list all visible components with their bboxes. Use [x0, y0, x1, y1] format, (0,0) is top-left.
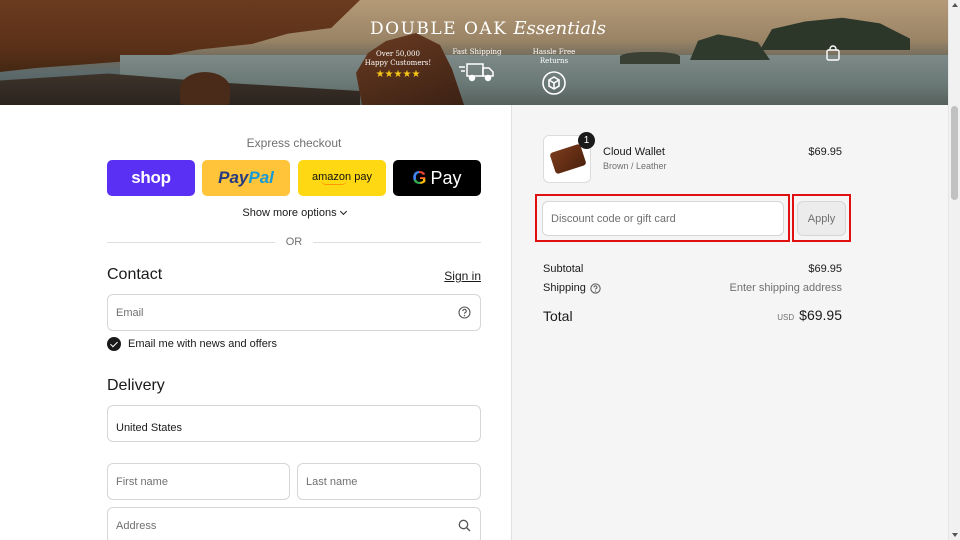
return-box-icon — [542, 71, 566, 95]
divider — [107, 242, 275, 243]
shipping-label-row: Shipping — [543, 282, 601, 294]
shipping-value: Enter shipping address — [729, 282, 842, 294]
amazon-smile-icon — [321, 180, 347, 185]
email-field[interactable]: Email — [107, 294, 481, 331]
badge-returns-label: Hassle Free Returns — [532, 48, 576, 65]
or-divider-label: OR — [285, 236, 303, 248]
show-more-options-button[interactable]: Show more options — [107, 207, 481, 219]
paypal-label-part2: Pal — [248, 168, 274, 187]
shop-pay-button[interactable]: shop — [107, 160, 195, 196]
apply-label: Apply — [807, 212, 836, 225]
scroll-down-icon[interactable] — [952, 533, 958, 537]
shopping-bag-icon[interactable] — [826, 45, 840, 61]
total-value-row: USD $69.95 — [777, 307, 842, 323]
badge-shipping-label: Fast Shipping — [452, 48, 502, 56]
show-more-label: Show more options — [242, 207, 337, 219]
checkout-form: Express checkout shop Pay Pal amazon pay … — [0, 105, 511, 540]
shipping-label: Shipping — [543, 282, 586, 294]
first-name-placeholder: First name — [116, 475, 168, 488]
brand-logo[interactable]: DOUBLE OAK Essentials — [370, 18, 606, 39]
help-circle-icon[interactable] — [458, 306, 471, 319]
discount-code-input[interactable]: Discount code or gift card — [542, 201, 784, 236]
banner-island — [690, 34, 770, 60]
google-g-icon: G — [412, 167, 427, 188]
truck-icon — [459, 63, 494, 82]
total-value: $69.95 — [799, 307, 842, 323]
google-pay-button[interactable]: G Pay — [393, 160, 481, 196]
discount-placeholder: Discount code or gift card — [551, 212, 676, 225]
first-name-field[interactable]: First name — [107, 463, 290, 500]
badge-free-returns: Hassle Free Returns — [518, 48, 590, 96]
paypal-label-part1: Pay — [218, 168, 249, 187]
subtotal-value: $69.95 — [808, 263, 842, 275]
scrollbar-thumb[interactable] — [951, 106, 958, 200]
total-label: Total — [543, 308, 573, 324]
star-rating-icon: ★★★★★ — [375, 69, 421, 80]
banner-island — [620, 52, 680, 64]
newsletter-option[interactable]: Email me with news and offers — [107, 337, 277, 351]
divider — [313, 242, 481, 243]
contact-heading: Contact — [107, 266, 163, 283]
last-name-field[interactable]: Last name — [297, 463, 481, 500]
amazon-pay-button[interactable]: amazon pay — [298, 160, 386, 196]
help-circle-icon[interactable] — [590, 282, 601, 294]
country-value: United States — [116, 422, 183, 434]
apply-discount-button[interactable]: Apply — [797, 201, 846, 236]
google-pay-label: Pay — [430, 167, 462, 188]
scroll-up-icon[interactable] — [952, 3, 958, 7]
paypal-button[interactable]: Pay Pal — [202, 160, 290, 196]
newsletter-label: Email me with news and offers — [128, 338, 277, 350]
brand-name: DOUBLE OAK — [370, 19, 508, 39]
last-name-placeholder: Last name — [306, 475, 358, 488]
badge-happy-customers: Over 50,000 Happy Customers! ★★★★★ — [362, 50, 434, 80]
brand-script: Essentials — [513, 18, 606, 39]
address-field[interactable]: Address — [107, 507, 481, 540]
badge-customers-line1: Over 50,000 — [376, 50, 420, 58]
product-price: $69.95 — [808, 146, 842, 158]
product-name: Cloud Wallet — [603, 146, 665, 158]
subtotal-label: Subtotal — [543, 263, 584, 275]
search-icon — [458, 519, 471, 532]
shop-pay-label: shop — [131, 168, 171, 187]
page-scrollbar[interactable] — [948, 0, 960, 540]
order-summary: 1 Cloud Wallet Brown / Leather $69.95 Di… — [511, 105, 948, 540]
sign-in-link[interactable]: Sign in — [444, 269, 481, 283]
chevron-down-icon — [339, 207, 347, 216]
wallet-image — [549, 143, 587, 175]
discount-highlight: Discount code or gift card — [535, 194, 790, 242]
badge-fast-shipping: Fast Shipping — [452, 48, 502, 83]
apply-highlight: Apply — [792, 194, 851, 242]
header-banner: DOUBLE OAK Essentials Over 50,000 Happy C… — [0, 0, 948, 105]
country-select[interactable]: United States — [107, 405, 481, 442]
address-placeholder: Address — [116, 519, 157, 532]
express-checkout-title: Express checkout — [246, 136, 342, 150]
newsletter-checkbox[interactable] — [107, 337, 121, 351]
quantity-badge: 1 — [578, 132, 595, 149]
total-currency: USD — [777, 313, 795, 322]
product-variant: Brown / Leather — [603, 161, 667, 171]
banner-rock-small — [180, 72, 230, 105]
email-placeholder: Email — [116, 306, 144, 319]
delivery-heading: Delivery — [107, 377, 165, 394]
badge-customers-line2: Happy Customers! — [364, 59, 432, 67]
